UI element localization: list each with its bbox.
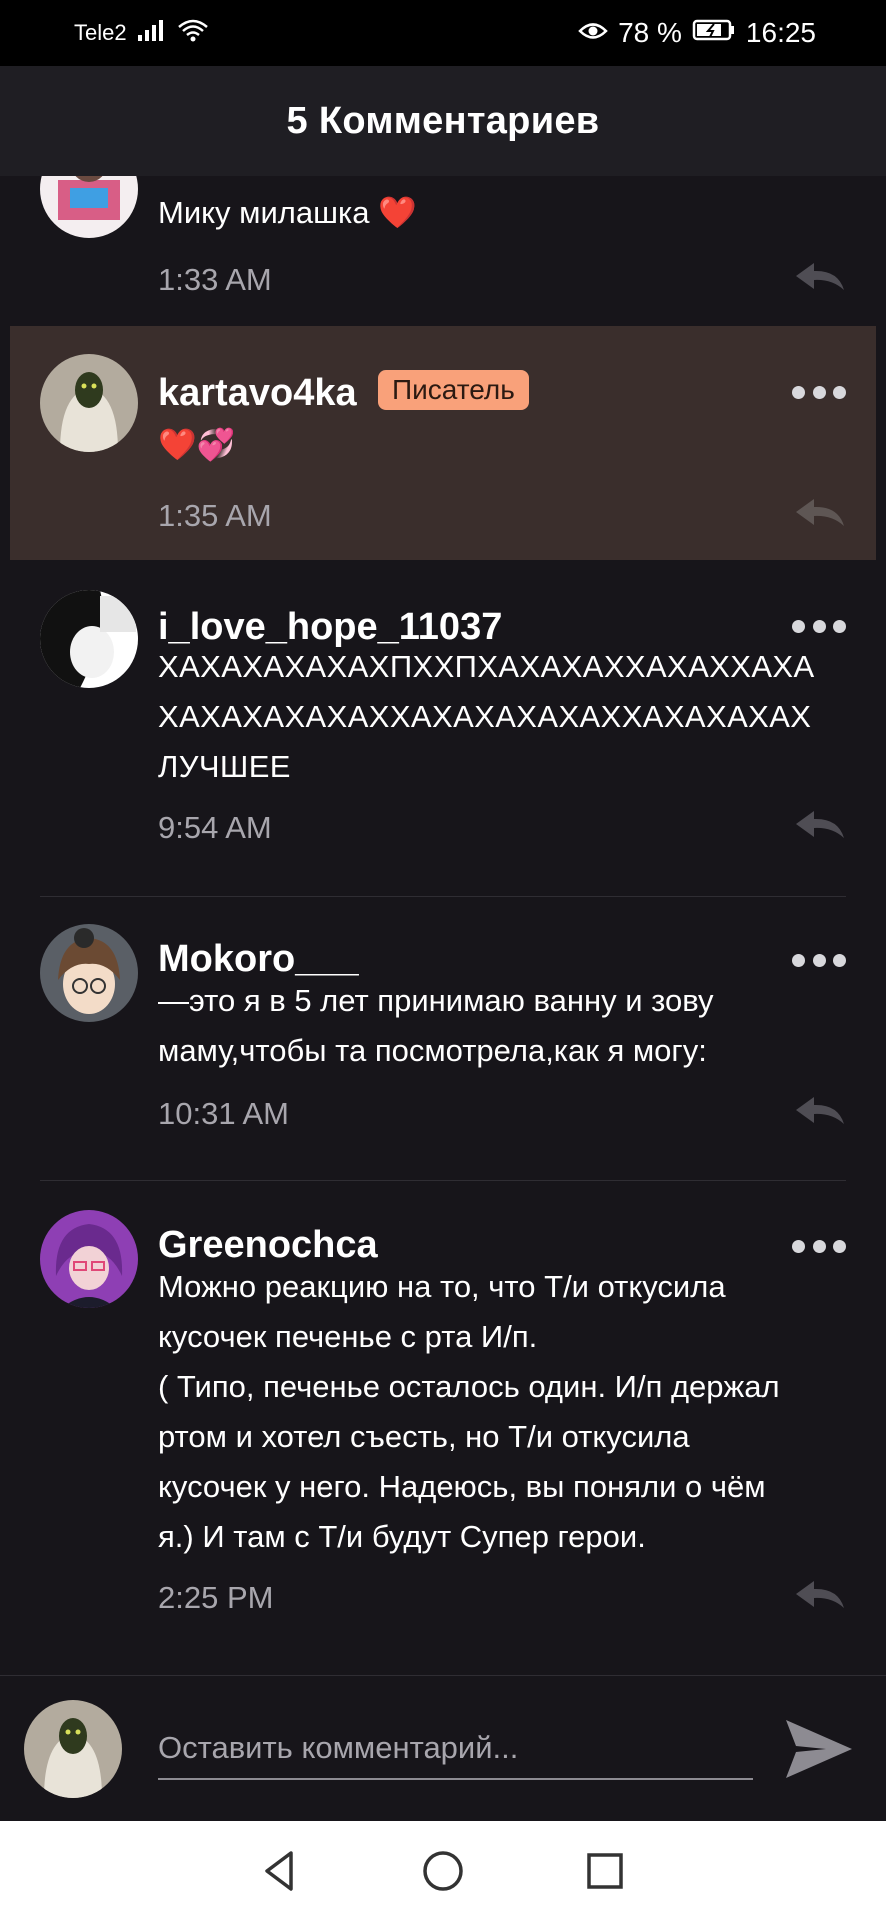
comment-time: 1:35 AM [158,498,272,533]
comment-time: 1:33 AM [158,262,272,297]
back-button[interactable] [257,1847,305,1895]
signal-icon [137,18,167,48]
page-title: 5 Комментариев [286,99,600,142]
home-icon [423,1850,463,1891]
comment-text: —это я в 5 лет принимаю ванну и зову мам… [158,983,714,1068]
status-left: Tele2 [74,18,209,48]
carrier-label: Tele2 [74,20,127,45]
comment-item: Мику милашка ❤️ [0,176,886,266]
comment-username[interactable]: Greenochca [158,1224,378,1267]
status-right: 78 % 16:25 [578,17,816,49]
system-nav-bar [0,1821,886,1920]
comment-time: 9:54 AM [158,810,272,845]
more-icon[interactable] [792,385,846,399]
back-icon [265,1850,293,1891]
comment-username[interactable]: kartavo4ka [158,372,357,415]
recents-button[interactable] [581,1847,629,1895]
send-button[interactable] [782,1716,856,1782]
avatar[interactable] [40,1210,138,1308]
comment-input-bar: Оставить комментарий... [0,1675,886,1821]
clock-time: 16:25 [745,17,816,48]
eye-icon [578,17,608,49]
reply-icon[interactable] [792,496,848,530]
send-icon [786,1720,852,1778]
avatar[interactable] [40,176,138,238]
writer-badge: Писатель [378,370,529,410]
comment-time: 10:31 AM [158,1096,289,1131]
reply-icon[interactable] [792,808,848,842]
avatar[interactable] [24,1700,122,1798]
divider [40,896,846,897]
more-icon[interactable] [792,619,846,633]
wifi-icon [177,18,209,48]
battery-percent: 78 % [618,17,682,48]
avatar[interactable] [40,590,138,688]
home-button[interactable] [419,1847,467,1895]
comment-text: Мику милашка ❤️ [158,195,417,230]
avatar[interactable] [40,354,138,452]
comment-username[interactable]: Mokoro___ [158,938,359,981]
divider [40,1180,846,1181]
comment-text: Можно реакцию на то, что Т/и откусила ку… [158,1269,780,1554]
comments-screen: Tele2 78 % 16:25 5 Комментариев Мику мил… [0,0,886,1920]
comments-list[interactable]: Мику милашка ❤️ 1:33 AM kartavo4ka Писат… [0,176,886,1675]
comment-input[interactable]: Оставить комментарий... [158,1720,753,1780]
comment-text: ❤️💞 [158,427,236,462]
comment-time: 2:25 PM [158,1580,274,1615]
more-icon[interactable] [792,953,846,967]
header: 5 Комментариев [0,66,886,176]
reply-icon[interactable] [792,260,848,294]
avatar[interactable] [40,924,138,1022]
reply-icon[interactable] [792,1094,848,1128]
reply-icon[interactable] [792,1578,848,1612]
comment-text: ХАХАХАХАХАХПХХПХАХАХАХХАХАХХАХА ХАХАХАХА… [158,649,815,784]
battery-icon [692,17,736,49]
status-bar: Tele2 78 % 16:25 [0,0,886,66]
recents-icon [587,1852,623,1889]
more-icon[interactable] [792,1239,846,1253]
